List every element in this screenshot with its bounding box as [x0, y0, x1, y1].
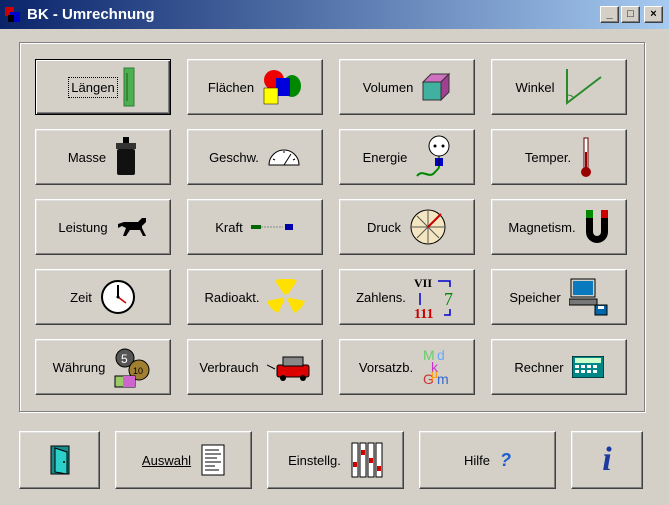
waehrung-label: Währung [52, 359, 106, 375]
coin-ten-text: 10 [133, 366, 143, 376]
volumen-label: Volumen [362, 79, 414, 95]
masse-label: Masse [67, 149, 107, 165]
radiation-icon [267, 279, 306, 313]
weight-icon [116, 137, 137, 175]
auswahl-button[interactable]: Auswahl [115, 431, 252, 489]
radioakt-button[interactable]: Radioakt. [187, 269, 323, 325]
plug-icon [416, 135, 450, 177]
minimize-icon: _ [606, 8, 613, 20]
speedometer-icon [268, 149, 300, 166]
document-list-icon [201, 444, 225, 476]
waehrung-button[interactable]: Währung 5 10 [35, 339, 171, 395]
title-bar[interactable]: BK - Umrechnung _ □ × [0, 0, 669, 29]
magnetism-label: Magnetism. [508, 219, 576, 235]
druck-button[interactable]: Druck [339, 199, 475, 255]
car-icon [266, 356, 310, 381]
temper-button[interactable]: Temper. [491, 129, 627, 185]
maximize-button[interactable]: □ [621, 6, 640, 23]
prefix-m-text: m [437, 371, 449, 387]
speicher-button[interactable]: Speicher [491, 269, 627, 325]
einstellg-label: Einstellg. [288, 452, 341, 468]
exit-door-icon [50, 445, 69, 475]
vorsatzb-button[interactable]: Vorsatzb. M d k G m µ [339, 339, 475, 395]
app-icon[interactable] [5, 6, 21, 23]
pressure-gauge-icon [410, 209, 446, 245]
winkel-button[interactable]: Winkel [491, 59, 627, 115]
hilfe-label: Hilfe [463, 452, 490, 468]
energie-label: Energie [362, 149, 408, 165]
hilfe-button[interactable]: Hilfe ? [419, 431, 556, 489]
calculator-icon [571, 356, 604, 378]
laengen-button[interactable]: Längen [35, 59, 171, 115]
volumen-button[interactable]: Volumen [339, 59, 475, 115]
zeit-label: Zeit [70, 289, 92, 305]
temper-label: Temper. [524, 149, 572, 165]
thermometer-icon [581, 137, 592, 177]
druck-label: Druck [367, 219, 401, 235]
verbrauch-button[interactable]: Verbrauch [187, 339, 323, 395]
roman-numeral-text: VII [414, 276, 432, 290]
coin-five-text: 5 [121, 352, 128, 366]
spring-icon [250, 224, 293, 230]
minimize-button[interactable]: _ [600, 6, 619, 23]
arabic-numeral-text: 7 [444, 289, 453, 309]
auswahl-label: Auswahl [141, 452, 192, 468]
winkel-label: Winkel [515, 79, 555, 95]
geschw-button[interactable]: Geschw. [187, 129, 323, 185]
zahlens-button[interactable]: Zahlens. VII 7 111 [339, 269, 475, 325]
close-button[interactable]: × [644, 6, 663, 23]
exit-button[interactable] [19, 431, 100, 489]
computer-icon [568, 278, 608, 316]
horse-icon [117, 218, 146, 236]
window-title: BK - Umrechnung [27, 6, 155, 23]
rechner-label: Rechner [514, 359, 564, 375]
coins-icon: 5 10 [114, 348, 150, 388]
info-icon: i [602, 441, 612, 478]
cube-icon [422, 72, 451, 102]
angle-icon [565, 69, 602, 106]
radioakt-label: Radioakt. [204, 289, 260, 305]
magnetism-button[interactable]: Magnetism. [491, 199, 627, 255]
flaechen-label: Flächen [207, 79, 255, 95]
maximize-icon: □ [627, 8, 634, 20]
speicher-label: Speicher [509, 289, 561, 305]
prefix-micro-text: µ [431, 367, 438, 381]
zahlens-label: Zahlens. [356, 289, 406, 305]
masse-button[interactable]: Masse [35, 129, 171, 185]
rechner-button[interactable]: Rechner [491, 339, 627, 395]
shapes-icon [263, 70, 302, 105]
number-systems-icon: VII 7 111 [414, 276, 453, 319]
verbrauch-label: Verbrauch [199, 359, 259, 375]
vorsatzb-label: Vorsatzb. [358, 359, 414, 375]
prefix-d-text: d [437, 347, 445, 363]
clock-icon [100, 280, 135, 314]
geschw-label: Geschw. [209, 149, 259, 165]
help-icon: ? [500, 449, 511, 470]
flaechen-button[interactable]: Flächen [187, 59, 323, 115]
laengen-label: Längen [68, 76, 118, 98]
leistung-label: Leistung [58, 219, 108, 235]
energie-button[interactable]: Energie [339, 129, 475, 185]
binary-numeral-text: 111 [414, 307, 433, 319]
info-button[interactable]: i [571, 431, 643, 489]
leistung-button[interactable]: Leistung [35, 199, 171, 255]
close-icon: × [650, 8, 657, 20]
einstellg-button[interactable]: Einstellg. [267, 431, 404, 489]
kraft-label: Kraft [215, 219, 243, 235]
kraft-button[interactable]: Kraft [187, 199, 323, 255]
ruler-icon [123, 67, 135, 107]
prefix-letters-icon: M d k G m µ [423, 347, 449, 387]
magnet-icon [585, 210, 608, 243]
slider-settings-icon [351, 442, 383, 478]
zeit-button[interactable]: Zeit [35, 269, 171, 325]
